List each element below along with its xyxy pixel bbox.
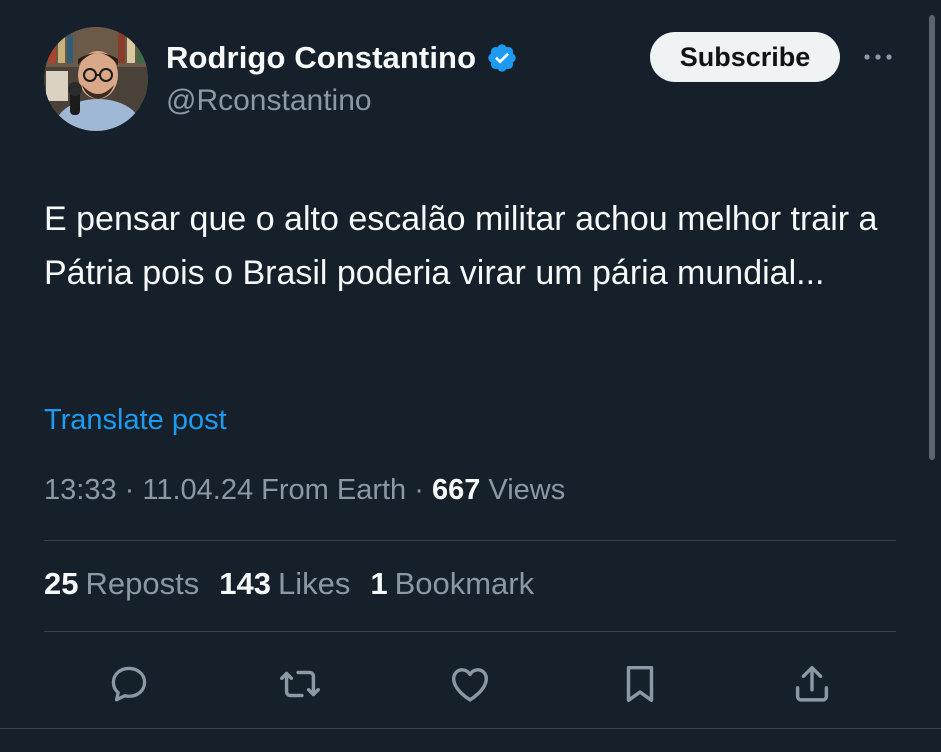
author-handle[interactable]: @Rconstantino bbox=[166, 84, 372, 118]
post-text: E pensar que o alto escalão militar acho… bbox=[44, 200, 878, 292]
reposts-label: Reposts bbox=[85, 566, 200, 601]
bookmarks-count: 1 bbox=[370, 566, 388, 601]
divider bbox=[44, 540, 896, 541]
divider bbox=[44, 631, 896, 632]
verified-badge-icon bbox=[488, 44, 516, 72]
post-date[interactable]: 11.04.24 bbox=[142, 474, 253, 506]
likes-stat[interactable]: 143 Likes bbox=[219, 566, 350, 602]
bookmark-icon bbox=[626, 665, 654, 703]
reply-icon bbox=[111, 666, 147, 702]
like-icon bbox=[451, 668, 489, 702]
post-time[interactable]: 13:33 bbox=[44, 474, 117, 506]
divider bbox=[0, 728, 941, 729]
share-icon bbox=[795, 665, 829, 702]
engagement-stats: 25 Reposts 143 Likes 1 Bookmark bbox=[44, 566, 554, 602]
author-display-name[interactable]: Rodrigo Constantino bbox=[166, 40, 476, 76]
avatar[interactable] bbox=[44, 27, 148, 131]
post-metadata: 13:33 · 11.04.24 From Earth · 667 Views bbox=[44, 474, 565, 507]
bookmarks-label: Bookmark bbox=[394, 566, 535, 601]
likes-count: 143 bbox=[219, 566, 271, 601]
post-source: From Earth bbox=[261, 474, 407, 506]
reposts-stat[interactable]: 25 Reposts bbox=[44, 566, 199, 602]
separator-dot: · bbox=[414, 474, 432, 506]
repost-icon bbox=[280, 670, 320, 698]
subscribe-button[interactable]: Subscribe bbox=[650, 32, 840, 82]
ellipsis-icon bbox=[864, 54, 892, 60]
action-bar bbox=[0, 652, 941, 714]
bookmarks-stat[interactable]: 1 Bookmark bbox=[370, 566, 534, 602]
share-button[interactable] bbox=[788, 660, 836, 708]
repost-button[interactable] bbox=[276, 660, 324, 708]
scrollbar[interactable] bbox=[929, 15, 935, 460]
views-label: Views bbox=[488, 474, 566, 506]
reposts-count: 25 bbox=[44, 566, 79, 601]
separator-dot: · bbox=[124, 474, 143, 506]
avatar-image bbox=[44, 27, 148, 131]
likes-label: Likes bbox=[277, 566, 351, 601]
more-options-button[interactable] bbox=[860, 42, 896, 72]
bookmark-button[interactable] bbox=[616, 660, 664, 708]
like-button[interactable] bbox=[446, 660, 494, 708]
reply-button[interactable] bbox=[105, 660, 153, 708]
views-count: 667 bbox=[431, 474, 481, 506]
translate-post-link[interactable]: Translate post bbox=[44, 404, 227, 437]
tweet-detail: Rodrigo Constantino @Rconstantino Subscr… bbox=[0, 0, 941, 752]
author-name-row[interactable]: Rodrigo Constantino bbox=[166, 38, 518, 78]
